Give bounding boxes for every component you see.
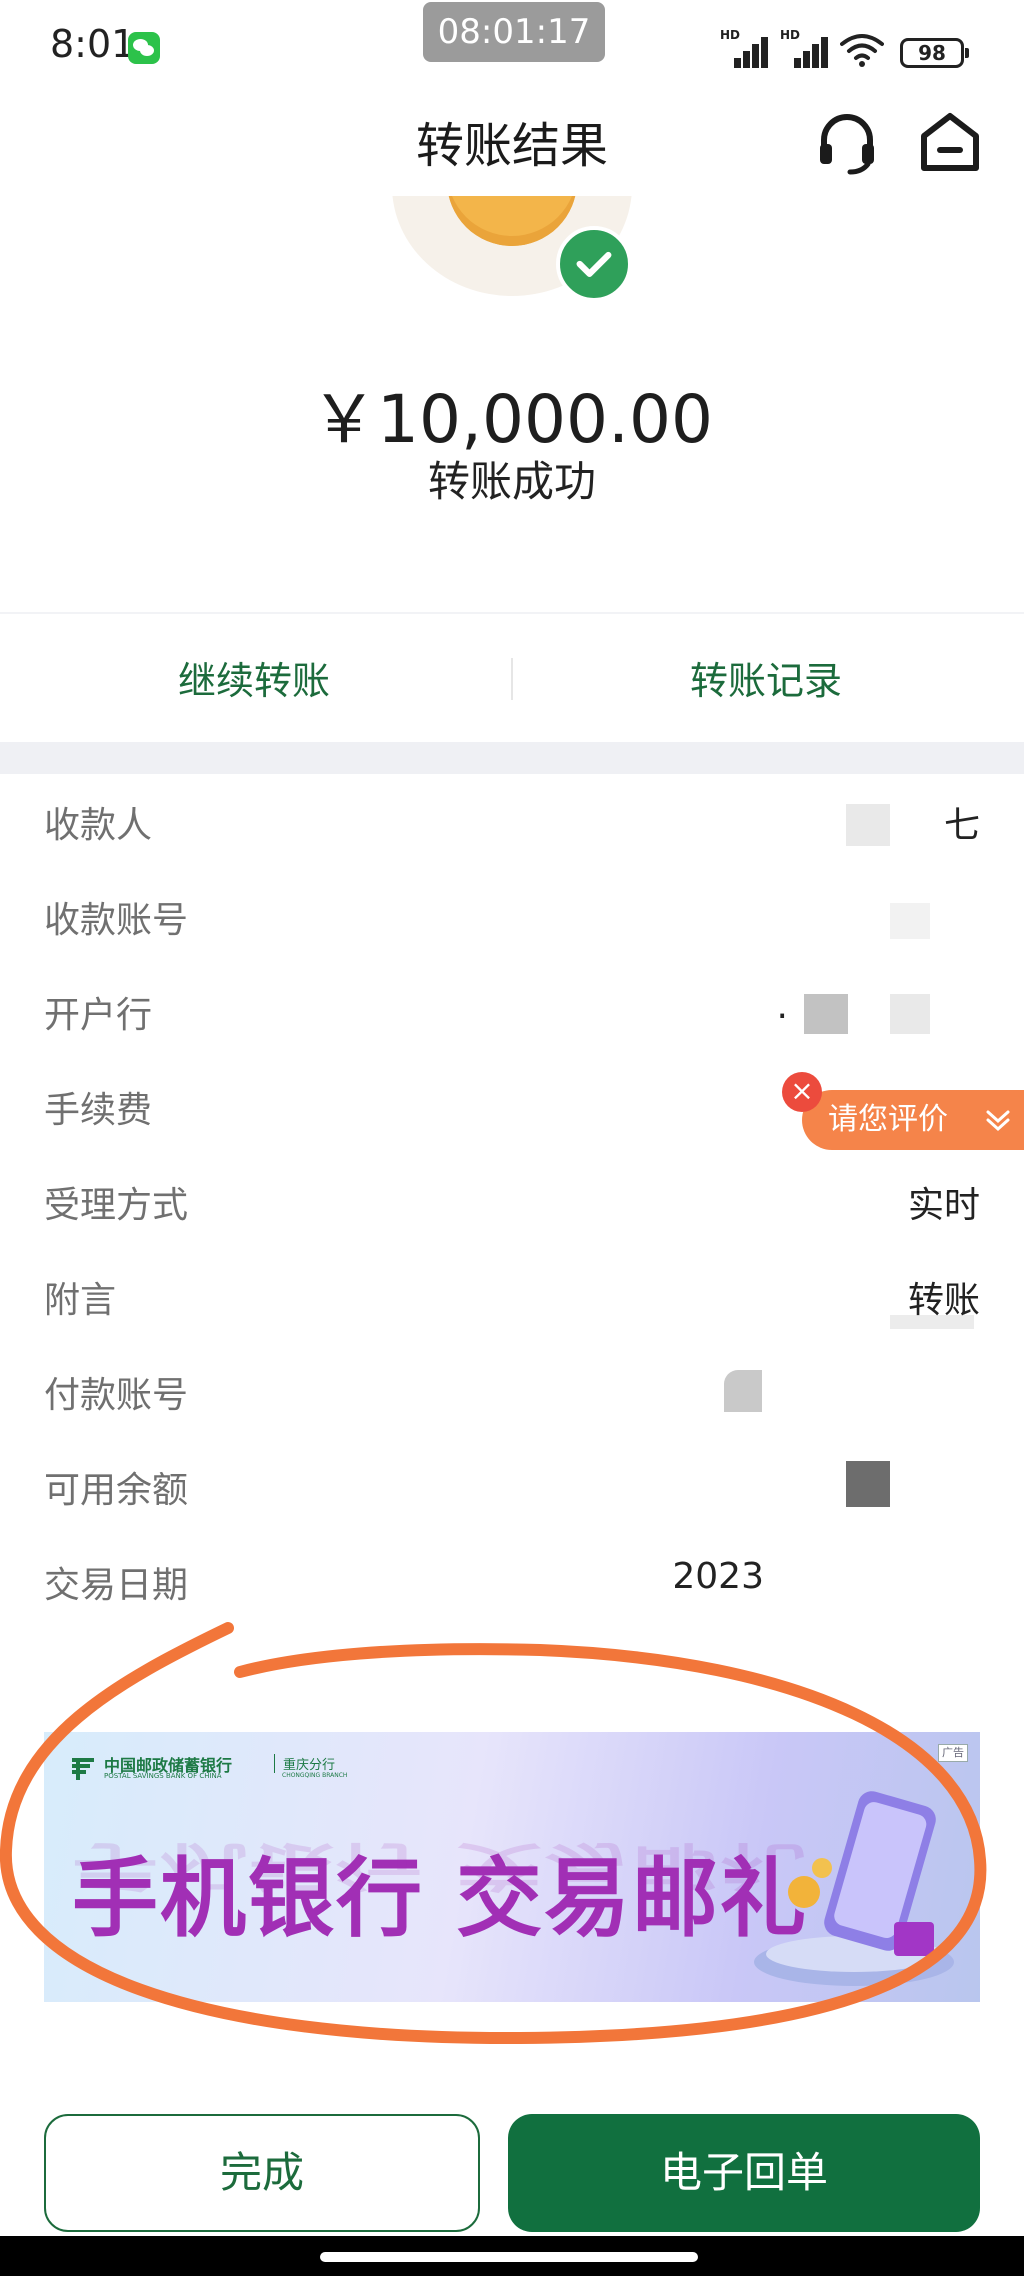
done-button[interactable]: 完成 xyxy=(44,2114,480,2232)
detail-value: 转账 xyxy=(907,1280,980,1321)
transfer-records-link[interactable]: 转账记录 xyxy=(690,650,842,705)
home-indicator[interactable] xyxy=(320,2252,698,2262)
detail-label: 付款账号 xyxy=(44,1375,189,1416)
hand-drawn-circle-annotation xyxy=(0,1622,987,2045)
home-icon[interactable] xyxy=(918,108,982,176)
section-divider xyxy=(0,742,1024,774)
rate-us-label: 请您评价 xyxy=(828,1102,948,1137)
action-divider xyxy=(511,658,513,700)
detail-label: 可用余额 xyxy=(44,1470,189,1511)
detail-row-method: 受理方式 实时 xyxy=(0,1154,1024,1249)
detail-value: 2023 xyxy=(672,1556,764,1597)
headset-icon[interactable] xyxy=(812,108,882,178)
detail-value: . xyxy=(776,986,788,1027)
chevron-down-icon xyxy=(986,1110,1010,1132)
detail-value: 七 xyxy=(943,805,980,846)
battery-indicator: 98 xyxy=(900,38,969,68)
detail-value: 实时 xyxy=(907,1185,980,1226)
wechat-notification-icon xyxy=(128,32,160,64)
detail-label: 手续费 xyxy=(44,1090,153,1131)
status-time: 8:01 xyxy=(50,22,136,66)
detail-row-payee: 收款人 七 xyxy=(0,774,1024,869)
hd-label: HD xyxy=(720,28,741,42)
status-icons: HD HD 98 xyxy=(720,28,969,68)
detail-label: 附言 xyxy=(44,1280,117,1321)
detail-label: 开户行 xyxy=(44,995,153,1036)
detail-row-payer-account: 付款账号 xyxy=(0,1344,1024,1439)
status-bar: 8:01 08:01:17 HD HD 98 xyxy=(0,0,1024,86)
signal-icon: HD xyxy=(720,28,770,68)
detail-label: 收款账号 xyxy=(44,900,189,941)
action-row: 继续转账 转账记录 xyxy=(0,612,1024,742)
detail-label: 交易日期 xyxy=(44,1565,189,1606)
transfer-status: 转账成功 xyxy=(427,457,596,506)
detail-row-bank: 开户行 . xyxy=(0,964,1024,1059)
hd-label-2: HD xyxy=(780,28,801,42)
detail-row-account: 收款账号 xyxy=(0,869,1024,964)
close-rating-icon[interactable]: × xyxy=(782,1072,822,1112)
detail-label: 受理方式 xyxy=(44,1185,189,1226)
detail-row-balance: 可用余额 xyxy=(0,1439,1024,1534)
system-nav-bar xyxy=(0,2236,1024,2276)
detail-row-date: 交易日期 2023 xyxy=(0,1534,1024,1629)
check-icon xyxy=(556,226,632,302)
screen-record-timer: 08:01:17 xyxy=(423,2,605,62)
rate-us-badge[interactable]: 请您评价 xyxy=(802,1090,1024,1150)
signal-icon-2: HD xyxy=(780,28,830,68)
header: 转账结果 xyxy=(0,86,1024,196)
detail-label: 收款人 xyxy=(44,805,153,846)
e-receipt-button[interactable]: 电子回单 xyxy=(508,2114,980,2232)
continue-transfer-link[interactable]: 继续转账 xyxy=(178,650,330,705)
detail-row-memo: 附言 转账 xyxy=(0,1249,1024,1344)
transfer-details: 收款人 七 收款账号 开户行 . 手续费 受理方式 实时 附言 转账 付款账号 … xyxy=(0,774,1024,1650)
wifi-icon xyxy=(840,34,884,67)
